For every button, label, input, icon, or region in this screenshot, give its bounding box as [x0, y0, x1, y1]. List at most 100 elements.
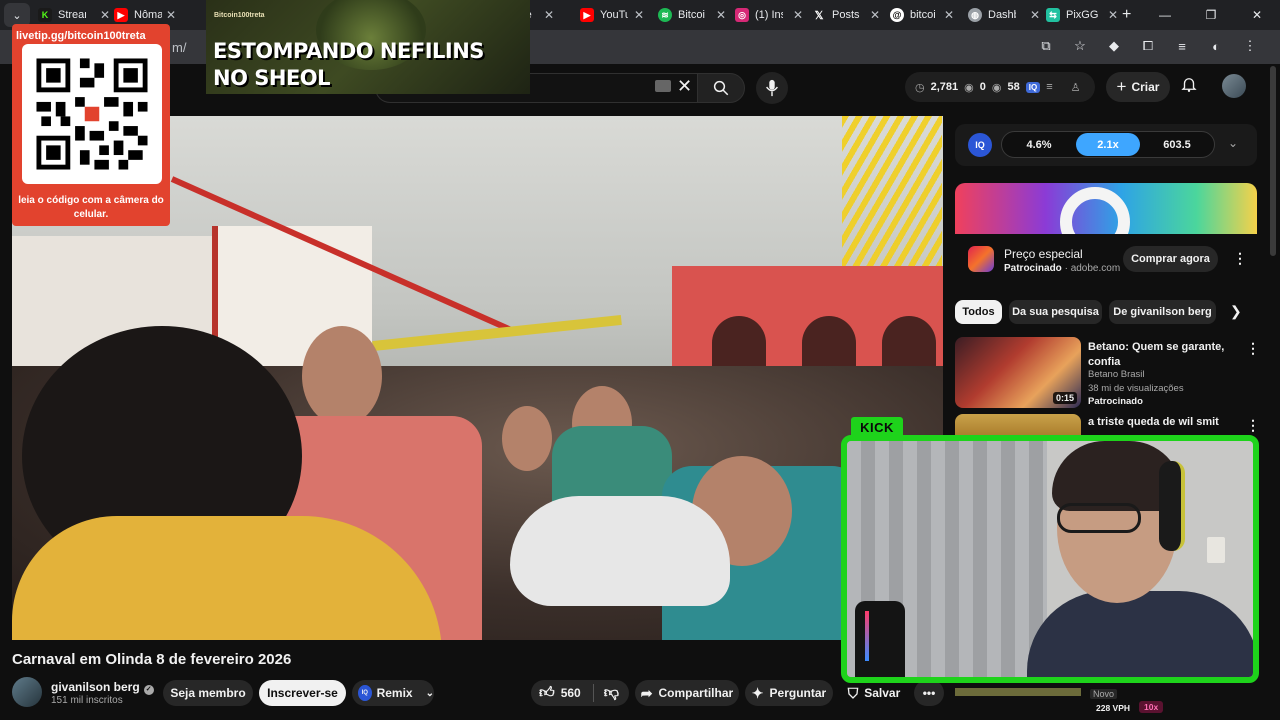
list-icon: ≡ [1046, 81, 1053, 93]
chip-from-search[interactable]: Da sua pesquisa [1009, 300, 1102, 324]
webcam-headset [1159, 461, 1185, 551]
vph-stat: 228 VPH [1096, 703, 1131, 713]
share-button[interactable]: ➦ Compartilhar [635, 680, 739, 706]
browser-tab-instagram[interactable]: ◎ (1) Ins ✕ [729, 1, 809, 29]
browser-tab-pixgg[interactable]: ⇆ PixGG ✕ [1040, 1, 1124, 29]
webcam-overlay [841, 435, 1259, 683]
subscriber-count: 151 mil inscritos [51, 695, 123, 706]
browser-tab-dashboard[interactable]: ◍ Dashb ✕ [962, 1, 1046, 29]
rec-duration: 0:15 [1053, 392, 1078, 404]
rec-thumbnail[interactable] [955, 688, 1081, 696]
restore-icon[interactable]: ❐ [1188, 0, 1234, 30]
close-icon[interactable]: ✕ [634, 8, 644, 22]
like-dislike-group: 👍︎ 560 👎︎ [531, 680, 629, 706]
browser-tab-x[interactable]: 𝕏 Posts ✕ [806, 1, 886, 29]
chip-all[interactable]: Todos [955, 300, 1002, 324]
page-scrollbar[interactable] [1270, 66, 1276, 256]
tab-title: PixGG [1066, 9, 1099, 21]
ask-label: Perguntar [769, 686, 827, 700]
iq-stat-right[interactable]: 603.5 [1145, 133, 1209, 156]
rec-channel: Betano Brasil [1088, 369, 1145, 380]
close-icon[interactable]: ✕ [544, 8, 554, 22]
instagram-icon: ◎ [735, 8, 749, 22]
minimize-icon[interactable]: — [1142, 0, 1188, 30]
close-icon[interactable]: ✕ [793, 8, 803, 22]
notifications-bell-icon[interactable] [1180, 75, 1198, 98]
menu-dots-icon[interactable]: ⋮ [1240, 36, 1260, 56]
iq-stat-left[interactable]: 4.6% [1007, 133, 1071, 156]
url-fragment[interactable]: m/ [172, 40, 186, 55]
subscribe-button[interactable]: Inscrever-se [259, 680, 346, 706]
stat-eye-1: 0 [979, 81, 986, 93]
x-logo-icon: 𝕏 [812, 8, 826, 22]
video-frame-face [502, 406, 552, 471]
tab-title: Stream [58, 9, 86, 21]
kick-icon: K [38, 8, 52, 22]
thumbs-up-icon[interactable]: 👍︎ [539, 684, 555, 702]
iq-tag-icon: IQ [1025, 81, 1041, 93]
new-tab-button[interactable]: + [1116, 1, 1137, 29]
rec-title[interactable]: a triste queda de wil smit [1088, 416, 1219, 428]
close-icon[interactable]: ✕ [1030, 8, 1040, 22]
bookmark-star-icon[interactable]: ☆ [1070, 36, 1090, 56]
extension-stats-pill[interactable]: ◷ 2,781 ◉ 0 ◉ 58 IQ ≡ ♙ [905, 72, 1095, 102]
close-icon[interactable]: ✕ [716, 8, 726, 22]
bookmark-icon: ⛉ [847, 684, 859, 701]
create-button[interactable]: + Criar [1106, 72, 1170, 102]
remix-button[interactable]: IQ Remix ⌄ [352, 680, 434, 706]
user-avatar[interactable] [1222, 74, 1246, 98]
webcam-mic-light [865, 611, 869, 661]
ad-banner-image[interactable] [955, 183, 1257, 234]
youtube-icon: ▶ [114, 8, 128, 22]
clear-search-icon[interactable]: ✕ [677, 76, 692, 97]
stat-views: 2,781 [930, 81, 959, 93]
create-label: Criar [1131, 80, 1160, 94]
thumbs-down-icon[interactable]: 👎︎ [604, 684, 619, 702]
banner-title: ESTOMPANDO NEFILINS NO SHEOL [213, 39, 484, 90]
close-icon[interactable]: ✕ [870, 8, 880, 22]
chip-from-channel[interactable]: De givanilson berg [1109, 300, 1216, 324]
save-button[interactable]: ⛉ Salvar [844, 680, 904, 706]
more-actions-button[interactable]: ••• [914, 680, 944, 706]
search-button[interactable] [697, 73, 745, 103]
tab-title: bitcoi [910, 9, 936, 21]
chevron-down-icon[interactable]: ⌄ [1228, 136, 1238, 150]
close-window-icon[interactable]: ✕ [1234, 0, 1280, 30]
address-bar-row: ⧉ ☆ ◆ ⧠ ≡ ◐ ⋮ [0, 30, 1280, 64]
extensions-puzzle-icon[interactable]: ⧠ [1138, 36, 1158, 56]
voice-search-button[interactable] [756, 72, 788, 104]
tab-title: (1) Ins [755, 9, 783, 21]
profile-icon[interactable]: ◐ [1206, 36, 1226, 56]
tab-title: YouTu [600, 9, 628, 21]
ad-art-ring [1060, 187, 1130, 234]
rec-title[interactable]: Betano: Quem se garante, confia [1088, 340, 1228, 370]
browser-tab-threads[interactable]: @ bitcoi ✕ [884, 1, 960, 29]
close-icon[interactable]: ✕ [944, 8, 954, 22]
tab-title: Bitcoi [678, 9, 705, 21]
browser-tab-spotify[interactable]: ≋ Bitcoi ✕ [652, 1, 732, 29]
ad-more-icon[interactable]: ⋮ [1233, 250, 1247, 267]
kick-label: KICK [851, 417, 903, 437]
join-button[interactable]: Seja membro [163, 680, 253, 706]
extension-icon[interactable]: ◆ [1104, 36, 1124, 56]
save-label: Salvar [864, 686, 901, 700]
reading-list-icon[interactable]: ≡ [1172, 36, 1192, 56]
channel-name[interactable]: givanilson berg ✓ [51, 680, 154, 695]
ad-cta-button[interactable]: Comprar agora [1123, 246, 1218, 272]
keyboard-icon[interactable] [655, 80, 671, 92]
ask-button[interactable]: ✦ Perguntar [745, 680, 833, 706]
chevron-right-icon[interactable]: ❯ [1230, 303, 1242, 320]
new-badge: Novo [1090, 689, 1118, 699]
install-app-icon[interactable]: ⧉ [1036, 36, 1056, 56]
browser-tab-youtube-4[interactable]: ▶ YouTu ✕ [574, 1, 650, 29]
rec-more-icon[interactable]: ⋮ [1246, 340, 1260, 357]
close-icon[interactable]: ✕ [166, 8, 176, 22]
ad-title[interactable]: Preço especial [1004, 247, 1083, 261]
plus-icon: + [1116, 77, 1127, 96]
like-count[interactable]: 560 [561, 686, 581, 700]
channel-avatar[interactable] [12, 677, 42, 707]
microphone-icon [766, 79, 778, 97]
rec-more-icon[interactable]: ⋮ [1246, 417, 1260, 434]
channel-name-text: givanilson berg [51, 680, 140, 694]
iq-stat-mid[interactable]: 2.1x [1076, 133, 1140, 156]
